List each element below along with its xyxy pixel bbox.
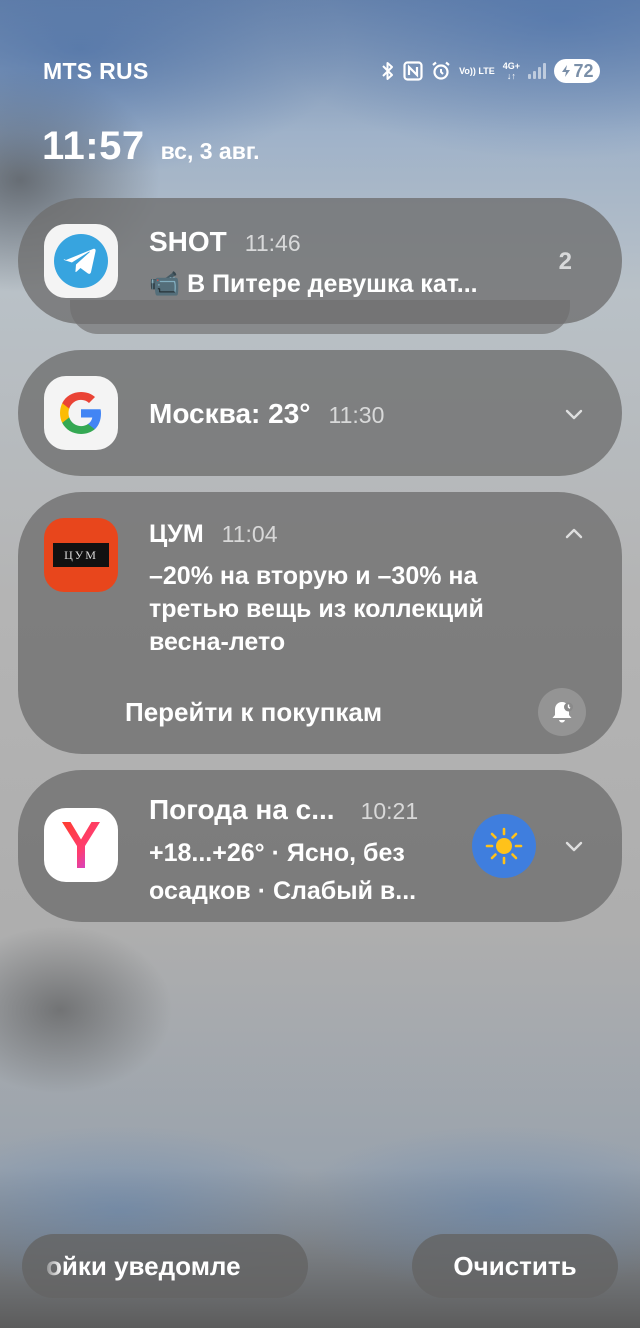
notification-header: Погода на с... 10:21 xyxy=(149,794,418,826)
alarm-icon xyxy=(431,61,451,81)
notification-title: ЦУМ xyxy=(149,520,204,548)
chevron-up-icon[interactable] xyxy=(562,522,586,546)
notification-body: 📹 В Питере девушка кат... xyxy=(149,270,478,298)
notification-title: SHOT xyxy=(149,226,227,257)
date: вс, 3 авг. xyxy=(160,138,260,164)
bell-snooze-icon xyxy=(552,702,573,723)
notification-header: SHOT 11:46 xyxy=(149,226,301,258)
tsum-logo-icon: ЦУМ xyxy=(44,518,118,592)
notification-tsum[interactable]: ЦУМ ЦУМ 11:04 –20% на вторую и –30% на т… xyxy=(18,492,622,754)
snooze-button[interactable] xyxy=(538,688,586,736)
go-shopping-button[interactable]: Перейти к покупкам xyxy=(125,697,382,728)
network-4g-icon: 4G+ ↓↑ xyxy=(502,61,520,81)
notification-title: Москва: 23° xyxy=(149,398,311,429)
google-icon xyxy=(44,376,118,450)
clock-row: 11:57 вс, 3 авг. xyxy=(42,124,260,169)
chevron-down-icon[interactable] xyxy=(562,402,586,426)
notification-header: ЦУМ 11:04 xyxy=(149,520,278,549)
clock: 11:57 xyxy=(42,124,145,168)
chevron-down-icon[interactable] xyxy=(562,834,586,858)
tsum-logo-text: ЦУМ xyxy=(53,543,109,567)
clear-all-button[interactable]: Очистить xyxy=(412,1234,618,1298)
notification-time: 11:04 xyxy=(221,521,278,547)
battery-icon: 72 xyxy=(554,59,600,83)
carrier-name: MTS RUS xyxy=(43,58,149,84)
notification-body: +18...+26° · Ясно, без осадков · Слабый … xyxy=(149,839,417,905)
notification-count: 2 xyxy=(558,248,572,275)
notification-time: 10:21 xyxy=(360,798,419,824)
status-bar: MTS RUS Vo)) LTE 4G+ ↓↑ 72 11:57 вс, 3 ав… xyxy=(0,0,640,168)
battery-level: 72 xyxy=(573,60,594,81)
notification-time: 11:30 xyxy=(328,402,385,428)
volte-icon: Vo)) LTE xyxy=(459,66,495,76)
notification-body: –20% на вторую и –30% на третью вещь из … xyxy=(149,562,484,656)
nfc-icon xyxy=(403,61,423,81)
notification-google[interactable]: Москва: 23° 11:30 xyxy=(18,350,622,476)
sun-icon xyxy=(472,814,536,878)
notification-header: Москва: 23° 11:30 xyxy=(149,398,384,430)
notification-title: Погода на с... xyxy=(149,794,335,825)
signal-icon xyxy=(528,63,546,79)
status-icons: Vo)) LTE 4G+ ↓↑ 72 xyxy=(381,56,600,86)
notification-settings-button[interactable]: ойки уведомле xyxy=(22,1234,308,1298)
telegram-icon xyxy=(44,224,118,298)
notification-yandex-weather[interactable]: Погода на с... 10:21 +18...+26° · Ясно, … xyxy=(18,770,622,922)
notification-time: 11:46 xyxy=(244,230,301,256)
notification-telegram[interactable]: SHOT 11:46 📹 В Питере девушка кат... 2 xyxy=(18,198,622,324)
notification-settings-label: ойки уведомле xyxy=(46,1250,241,1281)
yandex-icon xyxy=(44,808,118,882)
bluetooth-icon xyxy=(381,61,395,81)
